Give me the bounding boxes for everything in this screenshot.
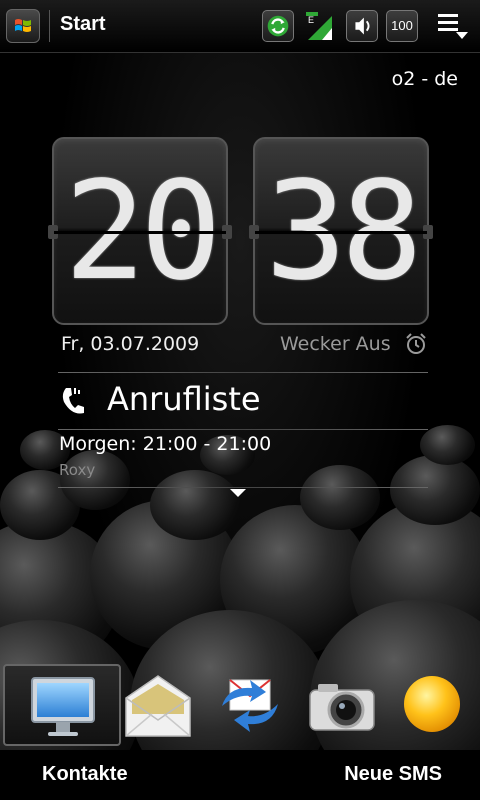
divider bbox=[58, 487, 428, 488]
phone-icon bbox=[62, 388, 84, 414]
status-bar: Start E 100 bbox=[0, 0, 480, 53]
mail-envelope-icon[interactable] bbox=[116, 662, 200, 746]
appointment-title[interactable]: Morgen: 21:00 - 21:00 bbox=[59, 433, 271, 455]
sync-icon[interactable] bbox=[262, 10, 294, 42]
clock-hours[interactable]: 20 bbox=[48, 137, 232, 325]
volume-icon[interactable] bbox=[346, 10, 378, 42]
appointment-location: Roxy bbox=[59, 461, 96, 479]
svg-text:E: E bbox=[308, 15, 314, 25]
contacts-softkey[interactable]: Kontakte bbox=[42, 763, 128, 786]
alarm-label[interactable]: Wecker Aus bbox=[280, 333, 391, 355]
page-title[interactable]: Start bbox=[60, 13, 106, 36]
new-sms-softkey[interactable]: Neue SMS bbox=[344, 763, 442, 786]
computer-icon[interactable] bbox=[20, 662, 104, 746]
alarm-clock-icon[interactable] bbox=[404, 332, 428, 356]
weather-sun-icon[interactable] bbox=[392, 662, 476, 746]
status-separator bbox=[49, 10, 50, 42]
call-list-button[interactable]: Anrufliste bbox=[107, 380, 261, 418]
operator-name: o2 - de bbox=[391, 68, 458, 90]
battery-icon[interactable]: 100 bbox=[386, 10, 418, 42]
windows-start-icon bbox=[15, 19, 31, 32]
flip-split bbox=[54, 231, 226, 234]
date-label[interactable]: Fr, 03.07.2009 bbox=[61, 333, 199, 355]
app-dock bbox=[0, 662, 480, 748]
divider bbox=[58, 429, 428, 430]
divider bbox=[58, 372, 428, 373]
expand-arrow-icon[interactable] bbox=[230, 489, 246, 497]
sync-mail-icon[interactable] bbox=[208, 662, 292, 746]
signal-edge-icon[interactable]: E bbox=[304, 10, 336, 42]
softkey-bar: Kontakte Neue SMS bbox=[0, 750, 480, 800]
clock-minutes[interactable]: 38 bbox=[249, 137, 433, 325]
camera-icon[interactable] bbox=[300, 662, 384, 746]
start-button[interactable] bbox=[6, 9, 40, 43]
flip-split bbox=[255, 231, 427, 234]
menu-icon[interactable] bbox=[436, 12, 470, 42]
